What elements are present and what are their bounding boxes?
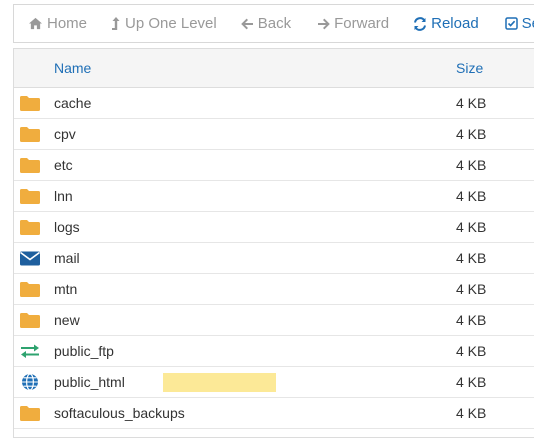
envelope-icon (19, 249, 41, 267)
table-row[interactable]: mtn 4 KB (14, 274, 534, 305)
folder-icon (19, 125, 41, 143)
folder-icon (19, 404, 41, 422)
reload-button[interactable]: Reload (413, 15, 479, 32)
back-label: Back (257, 15, 292, 32)
file-size: 4 KB (456, 157, 487, 173)
select-all-button[interactable]: Sele (504, 15, 534, 32)
file-name[interactable]: cache (54, 95, 91, 111)
folder-icon (19, 218, 41, 236)
home-label: Home (47, 15, 88, 32)
home-button[interactable]: Home (28, 15, 87, 32)
file-name[interactable]: cpv (54, 126, 76, 142)
file-size: 4 KB (456, 374, 487, 390)
file-name[interactable]: etc (54, 157, 73, 173)
file-name[interactable]: public_ftp (54, 343, 114, 359)
refresh-icon (414, 16, 427, 31)
table-row[interactable]: etc 4 KB (14, 150, 534, 181)
file-size: 4 KB (456, 312, 487, 328)
file-size: 4 KB (456, 343, 487, 359)
file-size: 4 KB (456, 188, 487, 204)
file-list-table: Name Size cache 4 KB cpv 4 KB etc 4 KB lnn 4 KB… (13, 48, 534, 438)
table-row[interactable]: cpv 4 KB (14, 119, 534, 150)
transfer-arrows-icon (19, 342, 41, 360)
table-row[interactable]: mail 4 KB (14, 243, 534, 274)
table-row[interactable]: lnn 4 KB (14, 181, 534, 212)
file-name[interactable]: public_html (54, 374, 125, 390)
table-row[interactable]: public_ftp 4 KB (14, 336, 534, 367)
file-manager-toolbar: Home Up One Level Back Forward Reload S (13, 4, 534, 43)
file-size: 4 KB (456, 126, 487, 142)
reload-label: Reload (431, 15, 479, 32)
file-size: 4 KB (456, 219, 487, 235)
up-one-level-button[interactable]: Up One Level (111, 15, 217, 32)
up-one-level-label: Up One Level (125, 15, 217, 32)
table-row[interactable]: cache 4 KB (14, 88, 534, 119)
column-header-name[interactable]: Name (54, 60, 91, 76)
globe-icon (19, 373, 41, 391)
folder-icon (19, 187, 41, 205)
folder-icon (19, 311, 41, 329)
table-row[interactable]: softaculous_backups 4 KB (14, 398, 534, 429)
arrow-right-icon (318, 18, 330, 29)
forward-label: Forward (334, 15, 390, 32)
table-row[interactable]: logs 4 KB (14, 212, 534, 243)
file-name[interactable]: mail (54, 250, 80, 266)
file-size: 4 KB (456, 95, 487, 111)
file-name[interactable]: new (54, 312, 80, 328)
table-row[interactable]: new 4 KB (14, 305, 534, 336)
column-header-size[interactable]: Size (456, 60, 483, 76)
redaction-highlight (163, 373, 276, 392)
folder-icon (19, 280, 41, 298)
forward-button[interactable]: Forward (317, 15, 389, 32)
file-name[interactable]: mtn (54, 281, 77, 297)
file-size: 4 KB (456, 405, 487, 421)
file-name[interactable]: logs (54, 219, 80, 235)
folder-icon (19, 156, 41, 174)
arrow-left-icon (240, 18, 253, 29)
back-button[interactable]: Back (240, 15, 292, 32)
file-size: 4 KB (456, 250, 487, 266)
file-size: 4 KB (456, 281, 487, 297)
table-row[interactable]: public_html 4 KB (14, 367, 534, 398)
file-name[interactable]: lnn (54, 188, 73, 204)
select-all-label: Sele (521, 15, 534, 32)
level-up-icon (112, 17, 120, 30)
folder-icon (19, 94, 41, 112)
file-name[interactable]: softaculous_backups (54, 405, 185, 421)
checkbox-icon (504, 17, 518, 30)
table-header: Name Size (14, 49, 534, 88)
home-icon (29, 17, 42, 30)
file-rows: cache 4 KB cpv 4 KB etc 4 KB lnn 4 KB logs 4 KB ma… (14, 88, 534, 429)
